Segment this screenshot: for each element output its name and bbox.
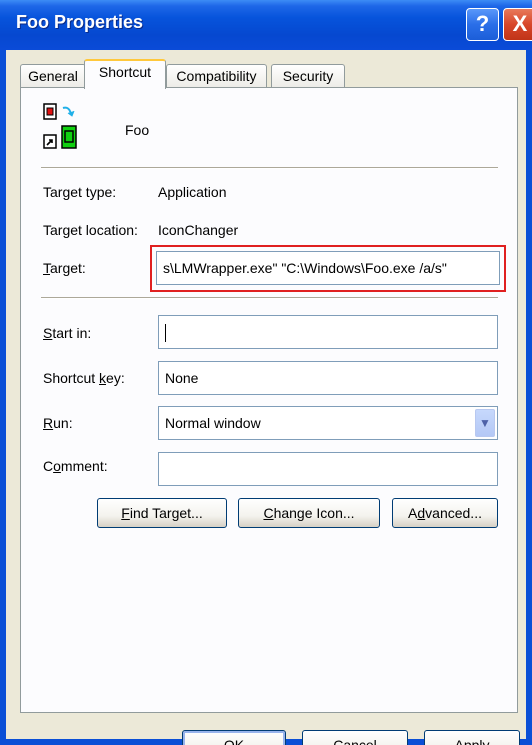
tab-general-label: General	[28, 68, 78, 84]
title-bar[interactable]: Foo Properties ? X	[0, 0, 532, 50]
start-in-input[interactable]	[158, 315, 498, 349]
target-label: Target:	[43, 260, 86, 276]
shortcut-key-input-text: None	[165, 370, 199, 386]
find-target-button[interactable]: Find Target...	[97, 498, 227, 528]
run-label-mnemonic: R	[43, 415, 54, 431]
comment-input[interactable]	[158, 452, 498, 486]
advanced-button[interactable]: Advanced...	[392, 498, 498, 528]
text-caret	[165, 324, 166, 343]
shortcut-key-label: Shortcut key:	[43, 370, 125, 386]
comment-label-text: mment:	[60, 458, 108, 474]
run-dropdown-button[interactable]: ▼	[475, 409, 495, 437]
separator-top	[41, 167, 498, 169]
cancel-button[interactable]: Cancel	[302, 730, 408, 745]
window-title: Foo Properties	[16, 12, 144, 32]
help-button[interactable]: ?	[466, 8, 499, 41]
tab-security[interactable]: Security	[271, 64, 345, 88]
ok-label: OK	[223, 737, 245, 745]
apply-button[interactable]: Apply	[424, 730, 520, 745]
shortcut-key-input[interactable]: None	[158, 361, 498, 395]
shortcut-key-label-mnemonic: k	[99, 370, 107, 386]
chevron-down-icon: ▼	[479, 416, 491, 430]
cancel-label: Cancel	[333, 737, 377, 745]
apply-label: pply	[463, 737, 490, 745]
comment-label-pre: C	[43, 458, 54, 474]
properties-window: Foo Properties ? X General Shortcut Comp…	[0, 0, 532, 745]
tab-compatibility-label: Compatibility	[176, 68, 257, 84]
help-icon: ?	[475, 11, 490, 36]
target-input-text: s\LMWrapper.exe" "C:\Windows\Foo.exe /a/…	[163, 260, 447, 276]
change-icon-button[interactable]: Change Icon...	[238, 498, 380, 528]
tab-shortcut-label: Shortcut	[98, 64, 152, 80]
tab-compatibility[interactable]: Compatibility	[166, 64, 267, 88]
target-type-value: Application	[158, 184, 227, 200]
start-in-label: Start in:	[43, 325, 91, 341]
run-label-text: un:	[53, 415, 73, 431]
shortcut-app-icon	[43, 102, 83, 154]
target-location-label: Target location:	[43, 222, 138, 238]
target-input[interactable]: s\LMWrapper.exe" "C:\Windows\Foo.exe /a/…	[156, 251, 500, 285]
start-in-label-text: tart in:	[52, 325, 92, 341]
target-label-text: arget:	[50, 260, 86, 276]
find-target-mnemonic: F	[121, 505, 130, 521]
comment-label-mnemonic: o	[53, 458, 61, 474]
advanced-label-pre: A	[408, 505, 418, 521]
tab-shortcut[interactable]: Shortcut	[84, 59, 166, 89]
tab-security-label: Security	[282, 68, 334, 84]
close-button[interactable]: X	[503, 8, 532, 41]
tab-general[interactable]: General	[20, 64, 86, 88]
start-in-label-mnemonic: S	[43, 325, 53, 341]
dialog-client-area: General Shortcut Compatibility Security	[6, 50, 526, 745]
document-shortcut-icon	[43, 103, 77, 149]
shortcut-key-label-text: ey:	[106, 370, 125, 386]
ok-button[interactable]: OK	[182, 730, 286, 745]
run-select-value: Normal window	[165, 415, 261, 431]
run-select[interactable]: Normal window ▼	[158, 406, 498, 440]
separator-middle	[41, 297, 498, 299]
change-icon-label: hange Icon...	[273, 505, 355, 521]
change-icon-mnemonic: C	[263, 505, 274, 521]
find-target-label: ind Target...	[129, 505, 203, 521]
run-label: Run:	[43, 415, 73, 431]
close-icon: X	[512, 11, 528, 36]
shortcut-key-label-pre: Shortcut	[43, 370, 100, 386]
apply-mnemonic: A	[454, 737, 464, 745]
comment-label: Comment:	[43, 458, 108, 474]
target-label-mnemonic: T	[43, 260, 50, 276]
target-location-value: IconChanger	[158, 222, 239, 238]
shortcut-tab-panel: Foo Target type: Application Target loca…	[20, 87, 518, 713]
advanced-mnemonic: d	[417, 505, 426, 521]
target-type-label: Target type:	[43, 184, 117, 200]
shortcut-name: Foo	[125, 122, 150, 138]
advanced-label: vanced...	[425, 505, 482, 521]
